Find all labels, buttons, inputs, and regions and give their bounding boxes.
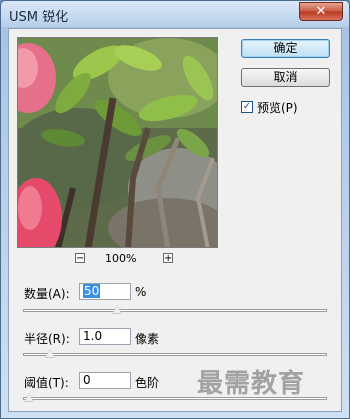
amount-input[interactable]: 50 [79, 283, 131, 300]
close-button[interactable]: ✕ [299, 2, 343, 21]
usm-sharpen-dialog: USM 锐化 ✕ 确定 取消 ✓ 预览(P) − 100% + 数量(A): 5… [0, 0, 350, 419]
zoom-in-button[interactable]: + [163, 253, 173, 264]
radius-slider[interactable] [23, 349, 327, 358]
preview-checkbox[interactable]: ✓ [241, 101, 253, 113]
threshold-value: 0 [83, 373, 91, 387]
dialog-body: 确定 取消 ✓ 预览(P) − 100% + 数量(A): 50 % 半径(R)… [8, 28, 342, 412]
zoom-out-button[interactable]: − [75, 253, 85, 264]
cancel-button[interactable]: 取消 [241, 68, 330, 87]
amount-unit: % [135, 285, 147, 299]
amount-label: 数量(A): [24, 287, 70, 301]
radius-value: 1.0 [83, 329, 103, 343]
dialog-title: USM 锐化 [9, 10, 69, 25]
amount-value: 50 [83, 284, 101, 298]
plus-icon: + [164, 253, 173, 264]
radius-unit: 像素 [135, 332, 160, 346]
threshold-slider-thumb[interactable] [24, 393, 34, 402]
preview-toggle[interactable]: ✓ 预览(P) [241, 99, 298, 115]
threshold-unit: 色阶 [135, 376, 160, 390]
preview-image[interactable] [17, 37, 218, 248]
radius-input[interactable]: 1.0 [79, 328, 131, 345]
preview-label: 预览(P) [257, 100, 298, 115]
watermark-text: 最需教育 [197, 369, 306, 399]
radius-label: 半径(R): [24, 332, 70, 346]
ok-button[interactable]: 确定 [241, 39, 330, 58]
checkmark-icon: ✓ [242, 101, 252, 112]
zoom-level: 100% [105, 252, 137, 265]
threshold-label: 阈值(T): [24, 376, 69, 390]
amount-slider[interactable] [23, 305, 327, 314]
plant-photo [18, 38, 217, 247]
zoom-controls: − 100% + [75, 252, 185, 267]
radius-slider-thumb[interactable] [45, 349, 56, 358]
minus-icon: − [76, 253, 85, 264]
threshold-input[interactable]: 0 [79, 372, 131, 389]
close-icon: ✕ [315, 4, 327, 19]
title-bar[interactable]: USM 锐化 ✕ [1, 1, 349, 27]
amount-slider-thumb[interactable] [111, 305, 122, 314]
